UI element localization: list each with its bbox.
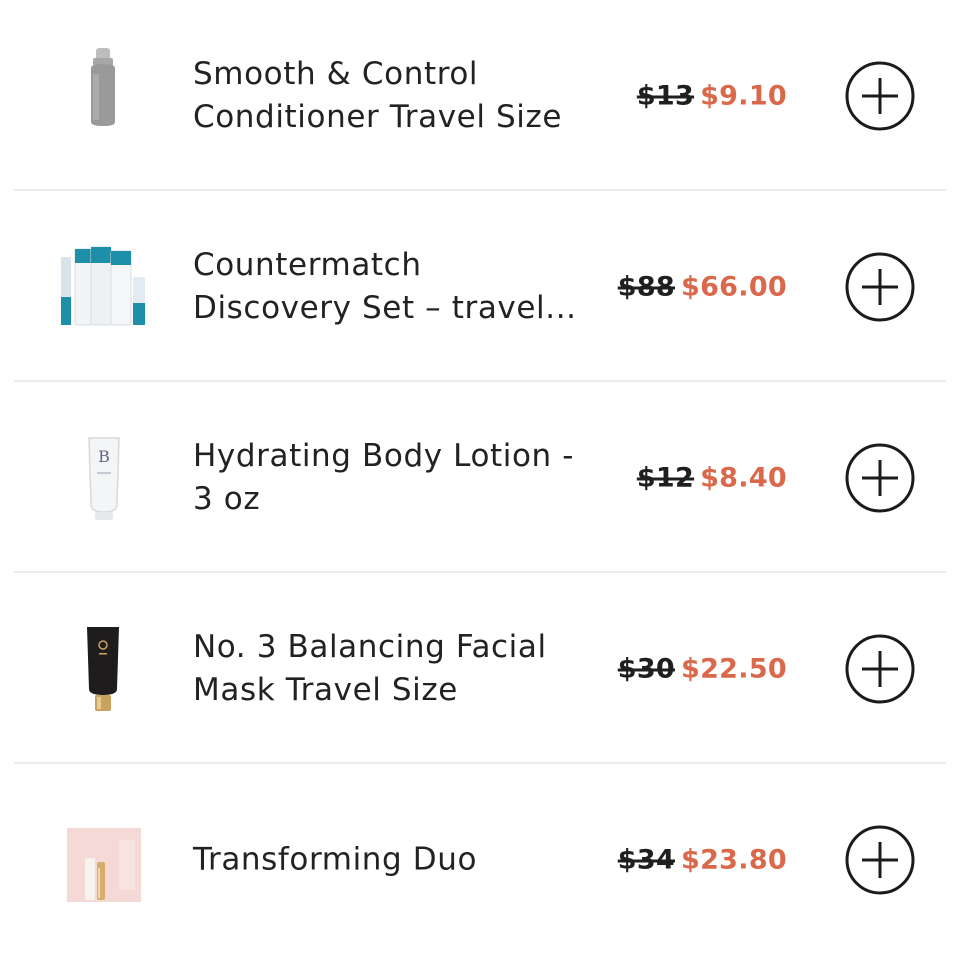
- product-row[interactable]: Countermatch Discovery Set – travel... $…: [0, 191, 960, 382]
- product-row[interactable]: No. 3 Balancing Facial Mask Travel Size …: [0, 573, 960, 764]
- original-price: $88: [617, 271, 675, 302]
- product-image-duo-box[interactable]: [55, 810, 155, 910]
- plus-circle-icon: [845, 61, 915, 130]
- product-row[interactable]: B Hydrating Body Lotion - 3 oz $12 $8.40: [0, 382, 960, 573]
- sale-price: $66.00: [681, 271, 787, 302]
- original-price: $34: [617, 844, 675, 875]
- add-to-cart-button[interactable]: [845, 825, 915, 895]
- add-to-cart-button[interactable]: [845, 61, 915, 131]
- product-row[interactable]: Transforming Duo $34 $23.80: [0, 764, 960, 955]
- plus-circle-icon: [845, 825, 915, 894]
- sale-price: $23.80: [681, 844, 787, 875]
- price-group: $34 $23.80: [618, 844, 787, 875]
- product-name[interactable]: Smooth & Control Conditioner Travel Size: [193, 53, 603, 139]
- product-row[interactable]: Smooth & Control Conditioner Travel Size…: [0, 0, 960, 191]
- plus-circle-icon: [845, 443, 915, 512]
- original-price: $12: [636, 462, 695, 493]
- sale-price: $8.40: [700, 462, 787, 493]
- add-to-cart-button[interactable]: [845, 443, 915, 513]
- price-group: $12 $8.40: [637, 462, 787, 493]
- price-group: $30 $22.50: [618, 653, 787, 684]
- product-name[interactable]: No. 3 Balancing Facial Mask Travel Size: [193, 626, 603, 712]
- price-group: $88 $66.00: [618, 271, 787, 302]
- product-list: Smooth & Control Conditioner Travel Size…: [0, 0, 960, 960]
- price-group: $13 $9.10: [637, 80, 787, 111]
- add-to-cart-button[interactable]: [845, 634, 915, 704]
- product-name[interactable]: Countermatch Discovery Set – travel...: [193, 244, 603, 330]
- product-name[interactable]: Hydrating Body Lotion - 3 oz: [193, 435, 603, 521]
- svg-text:B: B: [98, 447, 110, 466]
- product-image-discovery-set[interactable]: [55, 237, 155, 337]
- add-to-cart-button[interactable]: [845, 252, 915, 322]
- product-image-lotion-tube[interactable]: B: [55, 428, 155, 528]
- product-image-mask-tube[interactable]: [55, 619, 155, 719]
- plus-circle-icon: [845, 634, 915, 703]
- plus-circle-icon: [845, 252, 915, 321]
- sale-price: $22.50: [681, 653, 787, 684]
- original-price: $30: [617, 653, 675, 684]
- product-name[interactable]: Transforming Duo: [193, 838, 603, 881]
- product-image-conditioner-bottle[interactable]: [55, 46, 155, 146]
- original-price: $13: [636, 80, 695, 111]
- sale-price: $9.10: [700, 80, 787, 111]
